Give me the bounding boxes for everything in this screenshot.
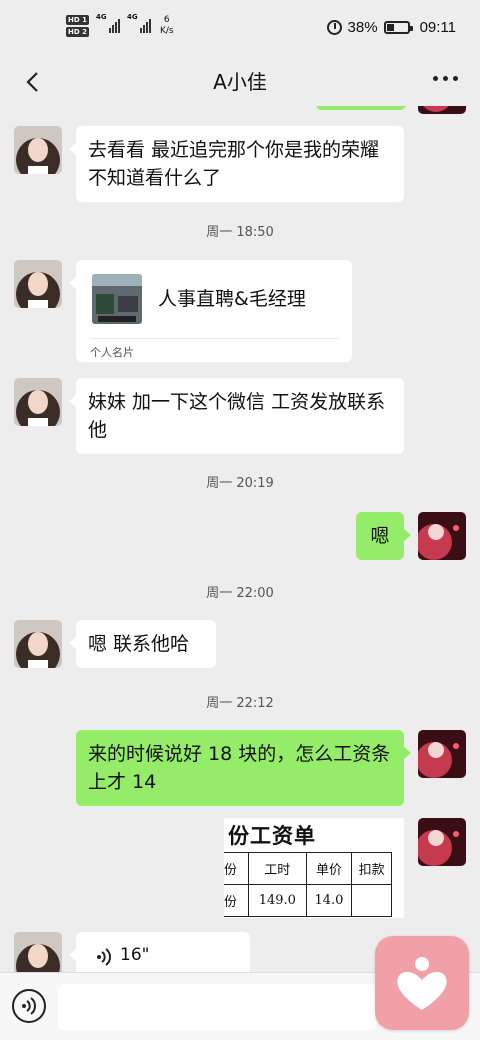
chat-title: A小佳 bbox=[213, 70, 267, 94]
message-bubble[interactable]: 嗯 联系他哈 bbox=[69, 620, 216, 668]
my-avatar[interactable] bbox=[418, 106, 466, 114]
signal-icon-1: 4G bbox=[96, 13, 120, 33]
contact-avatar[interactable] bbox=[14, 126, 62, 174]
message-bubble[interactable]: 去看看 最近追完那个你是我的荣耀 不知道看什么了 bbox=[69, 126, 404, 202]
contact-avatar[interactable] bbox=[14, 260, 62, 308]
floating-heart-app-icon[interactable] bbox=[375, 936, 469, 1030]
alarm-icon bbox=[326, 20, 342, 35]
timestamp: 周一 22:12 bbox=[206, 696, 274, 711]
payslip-cell: 14.0 bbox=[305, 884, 353, 917]
chat-header: A小佳 bbox=[0, 58, 480, 106]
hd-badge-1: HD 1 bbox=[66, 15, 89, 25]
payslip-cell: 149.0 bbox=[248, 884, 307, 917]
contact-card[interactable]: 人事直聘&毛经理 个人名片 bbox=[69, 260, 352, 362]
timestamp: 周一 22:00 bbox=[206, 586, 274, 601]
network-indicators: HD 1 HD 2 4G 4G 6 K/s bbox=[66, 13, 174, 37]
message-bubble[interactable]: 嗯 bbox=[356, 512, 411, 560]
clock: 09:11 bbox=[419, 19, 456, 36]
contact-card-thumbnail bbox=[92, 274, 142, 324]
battery-percent: 38% bbox=[347, 19, 378, 36]
my-avatar[interactable] bbox=[418, 818, 466, 866]
payslip-cell: 份 bbox=[224, 884, 250, 917]
battery-icon bbox=[383, 21, 413, 34]
contact-avatar[interactable] bbox=[14, 932, 62, 972]
partial-outgoing-bubble bbox=[316, 106, 406, 110]
payslip-header: 份 bbox=[224, 852, 250, 885]
hd-badge-2: HD 2 bbox=[66, 27, 89, 37]
voice-message[interactable]: 16" bbox=[69, 932, 250, 972]
timestamp: 周一 20:19 bbox=[206, 476, 274, 491]
voice-duration: 16" bbox=[120, 945, 150, 965]
payslip-header: 工时 bbox=[248, 852, 307, 885]
message-input[interactable] bbox=[58, 984, 376, 1030]
timestamp: 周一 18:50 bbox=[206, 225, 274, 240]
payslip-header: 扣款 bbox=[351, 852, 392, 885]
contact-avatar[interactable] bbox=[14, 378, 62, 426]
contact-avatar[interactable] bbox=[14, 620, 62, 668]
message-bubble[interactable]: 来的时候说好 18 块的，怎么工资条上才 14 bbox=[76, 730, 411, 806]
contact-card-label: 个人名片 bbox=[90, 346, 134, 359]
voice-wave-icon bbox=[96, 948, 112, 971]
payslip-cell bbox=[351, 884, 392, 917]
chat-history[interactable]: 去看看 最近追完那个你是我的荣耀 不知道看什么了 周一 18:50 人事直聘&毛… bbox=[0, 106, 480, 972]
status-bar: HD 1 HD 2 4G 4G 6 K/s 38% 09:11 bbox=[0, 0, 480, 58]
voice-toggle-icon[interactable] bbox=[12, 989, 46, 1023]
network-speed: 6 K/s bbox=[159, 15, 174, 36]
payslip-image-message[interactable]: 月份工资单 份 工时 单价 扣款 份 149.0 14.0 bbox=[224, 818, 404, 918]
my-avatar[interactable] bbox=[418, 730, 466, 778]
signal-icon-2: 4G bbox=[127, 13, 151, 33]
card-divider bbox=[90, 338, 338, 339]
contact-card-name: 人事直聘&毛经理 bbox=[158, 288, 306, 310]
more-dots-icon[interactable] bbox=[433, 76, 458, 81]
payslip-title: 月份工资单 bbox=[224, 823, 316, 848]
message-bubble[interactable]: 妹妹 加一下这个微信 工资发放联系他 bbox=[69, 378, 404, 454]
my-avatar[interactable] bbox=[418, 512, 466, 560]
payslip-table: 份 工时 单价 扣款 份 149.0 14.0 bbox=[224, 852, 392, 917]
payslip-header: 单价 bbox=[305, 852, 353, 885]
